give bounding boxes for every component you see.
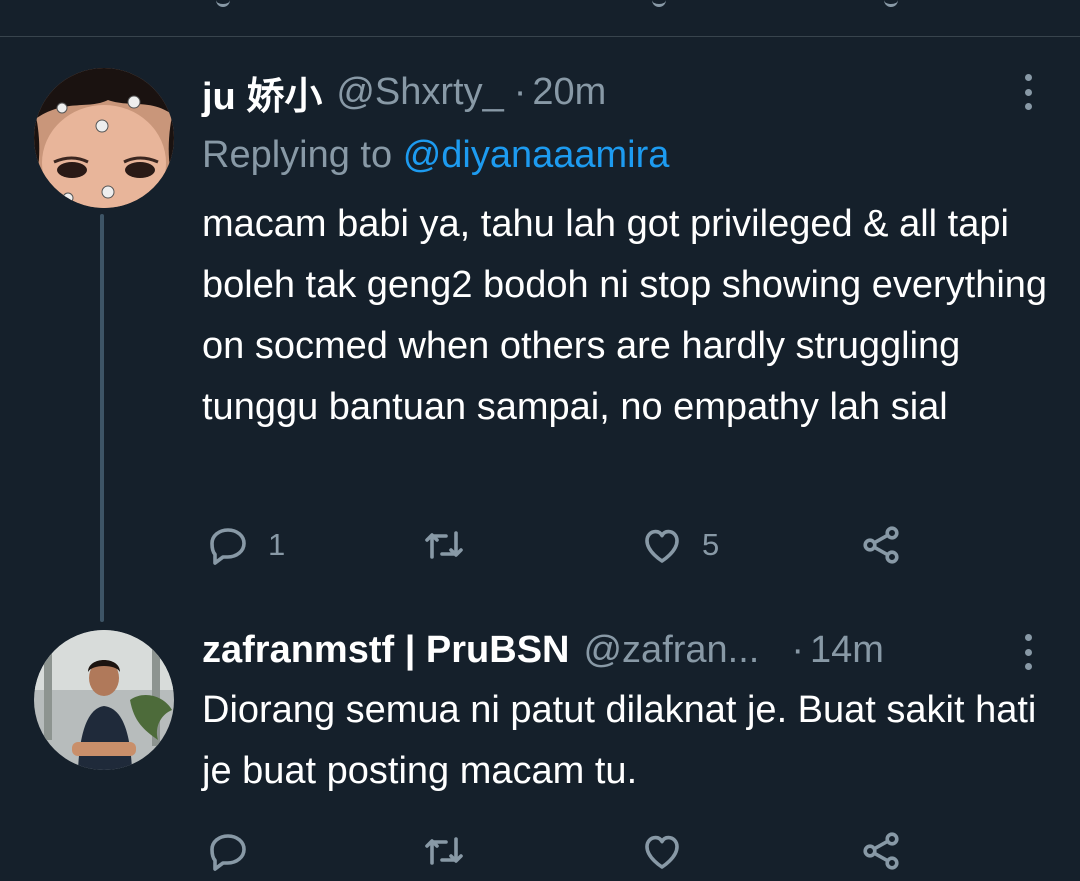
- separator-dot: ·: [513, 70, 527, 113]
- display-name[interactable]: ju 娇小: [202, 65, 322, 120]
- reply-icon: [210, 834, 246, 871]
- share-button[interactable]: [858, 826, 906, 876]
- share-button[interactable]: [858, 520, 906, 570]
- replying-prefix: Replying to: [202, 134, 393, 176]
- previous-tweet-reply-icon[interactable]: [216, 0, 230, 7]
- retweet-icon: [425, 837, 463, 865]
- like-count: 5: [702, 527, 720, 562]
- avatar[interactable]: [34, 68, 174, 208]
- like-icon: [645, 835, 679, 869]
- tweet-divider: [0, 36, 1080, 37]
- separator-dot: ·: [791, 628, 805, 671]
- avatar[interactable]: [34, 630, 174, 770]
- tweet-text: Diorang semua ni patut dilaknat je. Buat…: [202, 689, 1037, 792]
- reply-icon: [210, 528, 246, 565]
- tweet-timestamp[interactable]: 20m: [532, 71, 606, 114]
- tweet-text: macam babi ya, tahu lah got privileged &…: [202, 203, 1048, 428]
- share-icon: [863, 832, 899, 870]
- replying-to: Replying to @diyanaaamira: [202, 134, 669, 177]
- like-button[interactable]: [638, 826, 702, 876]
- previous-tweet-share-icon[interactable]: [884, 0, 898, 7]
- display-name[interactable]: zafranmstf | PruBSN: [202, 629, 569, 672]
- user-handle[interactable]: @zafran...: [583, 629, 759, 672]
- tweet-timestamp[interactable]: 14m: [810, 629, 884, 672]
- previous-tweet-like-icon[interactable]: [652, 0, 666, 7]
- tweet-actions: [202, 826, 922, 876]
- user-handle[interactable]: @Shxrty_: [336, 71, 503, 114]
- tweet-header: ju 娇小 @Shxrty_ · 20m: [202, 66, 606, 118]
- tweet-header: zafranmstf | PruBSN @zafran... · 14m: [202, 624, 884, 676]
- more-icon[interactable]: [1024, 634, 1032, 670]
- retweet-icon: [425, 531, 463, 559]
- more-icon[interactable]: [1024, 74, 1032, 110]
- reply-count: 1: [268, 527, 286, 562]
- thread-line: [100, 214, 104, 622]
- reply-button[interactable]: [204, 826, 268, 876]
- like-icon: [645, 529, 679, 563]
- reply-button[interactable]: 1: [204, 520, 285, 570]
- mention-link[interactable]: @diyanaaamira: [403, 134, 670, 176]
- like-button[interactable]: 5: [638, 520, 719, 570]
- tweet-actions: 1 5: [202, 520, 922, 570]
- share-icon: [863, 526, 899, 564]
- retweet-button[interactable]: [420, 826, 484, 876]
- retweet-button[interactable]: [420, 520, 484, 570]
